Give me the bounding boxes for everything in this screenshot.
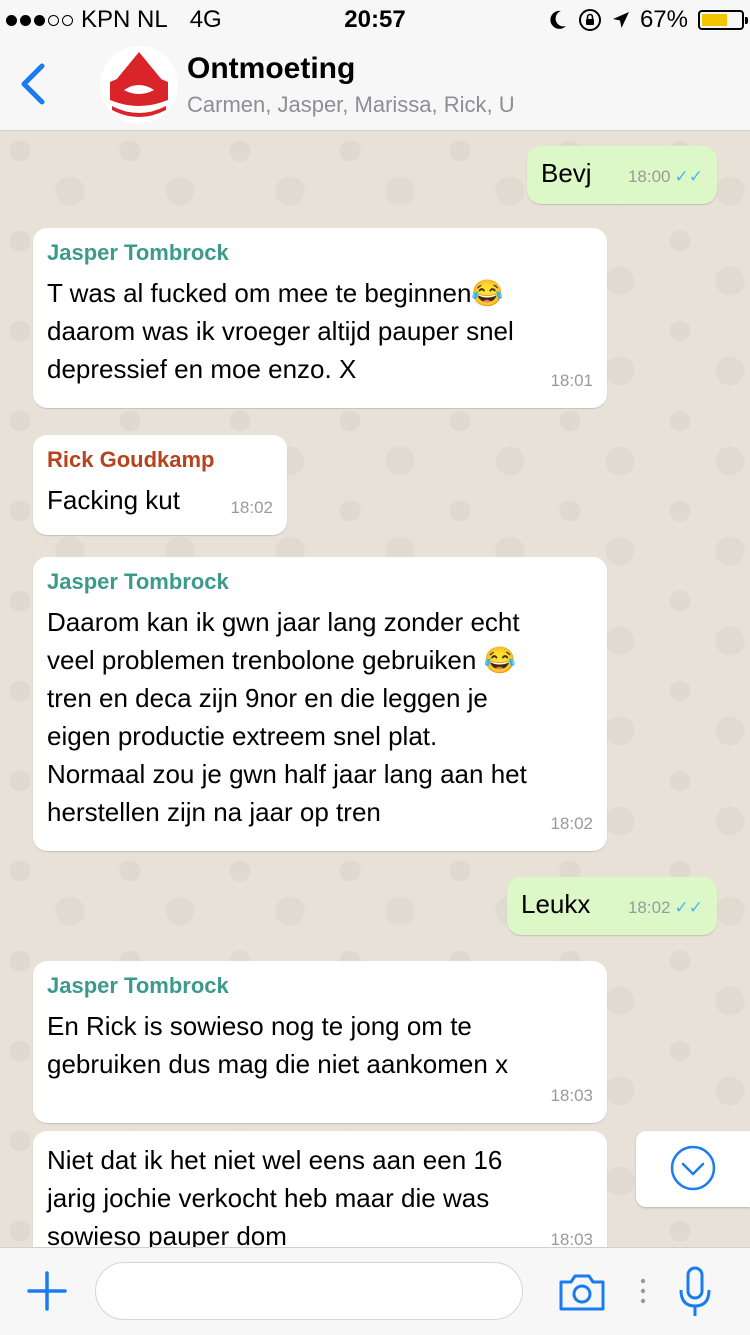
message-text: Daarom kan ik gwn jaar lang zonder echt … <box>47 607 527 827</box>
input-bar <box>0 1247 750 1335</box>
read-receipt-icon: ✓✓ <box>674 167 704 186</box>
chevron-left-icon[interactable] <box>14 60 54 108</box>
message-text: Niet dat ik het niet wel eens aan een 16… <box>47 1145 503 1247</box>
microphone-icon[interactable] <box>677 1266 713 1318</box>
message-meta: 18:03 <box>550 1077 593 1115</box>
message-time: 18:03 <box>550 1086 593 1105</box>
message-meta: 18:02 ✓✓ <box>628 889 703 927</box>
scroll-to-bottom-button[interactable] <box>636 1131 750 1207</box>
separator-dots <box>640 1278 646 1304</box>
message-bubble-outgoing[interactable]: Bevj 18:00 ✓✓ <box>527 146 717 204</box>
message-bubble-incoming[interactable]: Rick Goudkamp Facking kut 18:02 <box>33 435 287 535</box>
chat-participants[interactable]: Carmen, Jasper, Marissa, Rick, U <box>187 92 515 118</box>
rotation-lock-icon <box>578 9 601 31</box>
message-sender[interactable]: Jasper Tombrock <box>47 567 593 597</box>
message-bubble-outgoing[interactable]: Leukx 18:02 ✓✓ <box>507 877 717 935</box>
battery-percent: 67% <box>639 6 688 33</box>
status-bar: KPN NL 4G 20:57 67% <box>0 0 750 40</box>
chevron-down-circle-icon <box>670 1145 716 1191</box>
message-sender[interactable]: Jasper Tombrock <box>47 971 593 1001</box>
location-arrow-icon <box>612 12 629 28</box>
message-input[interactable] <box>95 1262 523 1320</box>
message-meta: 18:00 ✓✓ <box>628 158 703 196</box>
group-avatar[interactable] <box>100 46 178 124</box>
message-text: T was al fucked om mee te beginnen😂 daar… <box>47 278 514 384</box>
message-bubble-incoming[interactable]: Niet dat ik het niet wel eens aan een 16… <box>33 1131 607 1247</box>
message-time: 18:01 <box>550 371 593 390</box>
message-list[interactable]: Bevj 18:00 ✓✓ Jasper Tombrock T was al f… <box>0 131 750 1247</box>
message-meta: 18:02 <box>550 805 593 843</box>
read-receipt-icon: ✓✓ <box>674 898 704 917</box>
message-meta: 18:01 <box>550 362 593 400</box>
status-bar-right: 67% <box>548 6 748 34</box>
plus-icon[interactable] <box>26 1270 68 1312</box>
message-bubble-incoming[interactable]: Jasper Tombrock Daarom kan ik gwn jaar l… <box>33 557 607 851</box>
message-time: 18:02 <box>627 898 671 917</box>
message-time: 18:02 <box>230 498 273 517</box>
message-bubble-incoming[interactable]: Jasper Tombrock T was al fucked om mee t… <box>33 228 607 408</box>
message-bubble-incoming[interactable]: Jasper Tombrock En Rick is sowieso nog t… <box>33 961 607 1123</box>
moon-icon <box>550 10 566 29</box>
message-time: 18:03 <box>550 1230 593 1247</box>
battery-icon <box>698 10 748 30</box>
message-meta: 18:03 <box>550 1221 593 1247</box>
chat-title[interactable]: Ontmoeting <box>187 52 355 86</box>
message-sender[interactable]: Jasper Tombrock <box>47 238 593 268</box>
message-sender[interactable]: Rick Goudkamp <box>47 445 273 475</box>
message-text: En Rick is sowieso nog te jong om te geb… <box>47 1011 509 1079</box>
chat-header: Ontmoeting Carmen, Jasper, Marissa, Rick… <box>0 40 750 131</box>
message-meta: 18:02 <box>230 489 273 527</box>
group-logo-icon <box>110 52 168 117</box>
message-time: 18:02 <box>550 814 593 833</box>
message-time: 18:00 <box>627 167 671 186</box>
camera-icon[interactable] <box>557 1272 607 1312</box>
